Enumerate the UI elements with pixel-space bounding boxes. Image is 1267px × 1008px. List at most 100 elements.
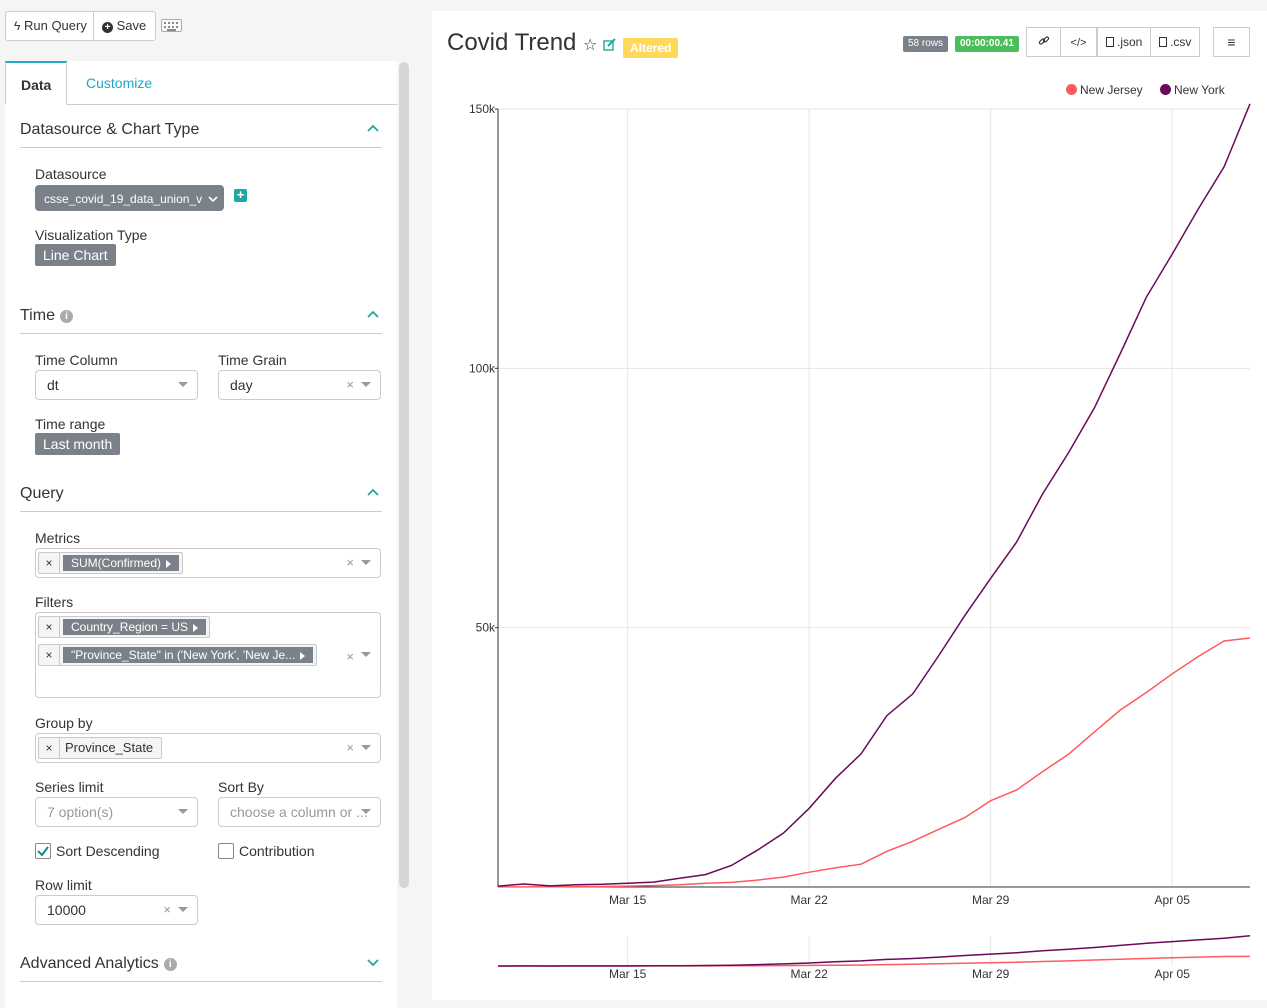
chevron-up-icon[interactable] — [366, 122, 380, 136]
caret-down-icon — [178, 907, 188, 912]
add-datasource-icon[interactable]: + — [234, 188, 247, 202]
clear-icon[interactable]: × — [346, 734, 354, 762]
remove-icon[interactable]: × — [39, 553, 60, 573]
caret-down-icon — [361, 382, 371, 387]
control-panel: Data Customize Datasource & Chart Type D… — [5, 61, 397, 1008]
advanced-title-text: Advanced Analytics — [20, 955, 159, 972]
section-title-datasource[interactable]: Datasource & Chart Type — [20, 121, 199, 139]
group-by-label: Group by — [35, 715, 93, 731]
tab-data[interactable]: Data — [5, 61, 67, 105]
contribution-label: Contribution — [239, 843, 315, 859]
metrics-label: Metrics — [35, 530, 81, 546]
clear-icon[interactable]: × — [346, 371, 354, 399]
chevron-up-icon[interactable] — [366, 486, 380, 500]
time-grain-value: day — [230, 377, 253, 393]
caret-down-icon — [361, 652, 371, 657]
remove-icon[interactable]: × — [39, 645, 60, 665]
tab-customize[interactable]: Customize — [71, 61, 167, 105]
metric-chip[interactable]: × SUM(Confirmed) — [38, 552, 184, 574]
time-grain-label: Time Grain — [218, 352, 287, 368]
group-by-chip[interactable]: × Province_State — [38, 737, 163, 759]
filter-chip-label[interactable]: Country_Region = US — [63, 619, 207, 635]
row-limit-select[interactable]: 10000 × — [35, 895, 198, 925]
section-divider — [20, 511, 382, 512]
sort-by-select[interactable]: choose a column or ... — [218, 797, 381, 827]
series-line-new-york — [497, 103, 1251, 887]
y-tick-label: 150k — [469, 102, 496, 116]
plus-circle-icon: + — [102, 22, 113, 33]
chevron-down-icon[interactable] — [366, 955, 380, 969]
viz-type-button[interactable]: Line Chart — [35, 244, 116, 266]
section-divider — [20, 147, 382, 148]
checkmark-icon — [37, 846, 49, 857]
datasource-value: csse_covid_19_data_union_v — [44, 192, 203, 206]
datasource-select[interactable]: csse_covid_19_data_union_v — [35, 185, 224, 211]
time-grain-select[interactable]: day × — [218, 370, 381, 400]
x-tick-label: Mar 15 — [609, 893, 647, 907]
section-divider — [20, 333, 382, 334]
x-tick-label: Apr 05 — [1155, 893, 1191, 907]
brush-x-tick-label: Mar 15 — [609, 967, 647, 981]
clear-icon[interactable]: × — [163, 896, 171, 924]
save-button[interactable]: + Save — [93, 11, 156, 41]
caret-down-icon — [361, 560, 371, 565]
datasource-label: Datasource — [35, 166, 107, 182]
x-tick-label: Mar 29 — [972, 893, 1010, 907]
info-icon[interactable]: i — [59, 310, 73, 323]
row-limit-label: Row limit — [35, 877, 92, 893]
caret-right-icon — [166, 559, 172, 568]
filter-chip[interactable]: × Country_Region = US — [38, 616, 211, 638]
caret-right-icon — [300, 651, 306, 660]
time-column-select[interactable]: dt — [35, 370, 198, 400]
filter-chip-label[interactable]: "Province_State" in ('New York', 'New Je… — [63, 647, 314, 663]
brush-series-line-new-york — [497, 935, 1251, 967]
sort-by-placeholder: choose a column or ... — [230, 804, 368, 820]
caret-down-icon — [178, 809, 188, 814]
time-range-label: Time range — [35, 416, 106, 432]
run-query-button[interactable]: ϟ Run Query — [5, 11, 94, 41]
contribution-checkbox[interactable] — [218, 843, 234, 859]
brush-x-tick-label: Apr 05 — [1155, 967, 1191, 981]
sort-descending-checkbox[interactable] — [35, 843, 51, 859]
caret-down-icon — [361, 745, 371, 750]
series-limit-label: Series limit — [35, 779, 104, 795]
section-title-time[interactable]: Time i — [20, 307, 73, 325]
remove-icon[interactable]: × — [39, 617, 60, 637]
section-title-advanced[interactable]: Advanced Analytics i — [20, 955, 177, 973]
caret-down-icon — [178, 382, 188, 387]
x-tick-label: Mar 22 — [790, 893, 828, 907]
brush-x-tick-label: Mar 22 — [790, 967, 828, 981]
caret-right-icon — [193, 623, 199, 632]
chevron-down-icon — [208, 196, 218, 203]
section-title-query[interactable]: Query — [20, 485, 64, 503]
time-column-label: Time Column — [35, 352, 118, 368]
viz-type-label: Visualization Type — [35, 227, 148, 243]
y-tick-label: 100k — [469, 361, 496, 375]
metric-chip-label[interactable]: SUM(Confirmed) — [63, 555, 180, 571]
group-by-chip-label: Province_State — [65, 740, 154, 755]
panel-scrollbar[interactable] — [399, 62, 409, 888]
caret-down-icon — [361, 809, 371, 814]
info-icon[interactable]: i — [163, 958, 177, 971]
panel-tabs: Data Customize — [5, 61, 397, 105]
brush-x-tick-label: Mar 29 — [972, 967, 1010, 981]
line-chart[interactable]: 50k 100k 150k Mar 15 Mar 22 Mar 29 Apr 05 Mar 1… — [432, 11, 1267, 1000]
time-title-text: Time — [20, 307, 55, 324]
keyboard-icon[interactable] — [161, 19, 182, 32]
brush-series-line-new-jersey — [498, 955, 1251, 967]
sort-by-label: Sort By — [218, 779, 264, 795]
clear-icon[interactable]: × — [346, 549, 354, 577]
clear-icon[interactable]: × — [346, 643, 354, 671]
run-query-label: Run Query — [23, 18, 87, 33]
series-limit-select[interactable]: 7 option(s) — [35, 797, 198, 827]
time-column-value: dt — [47, 377, 59, 393]
chart-panel: Covid Trend ☆ Altered 58 rows 00:00:00.4… — [432, 11, 1267, 1000]
filter-chip[interactable]: × "Province_State" in ('New York', 'New J… — [38, 644, 318, 666]
filters-label: Filters — [35, 594, 74, 610]
y-tick-label: 50k — [476, 621, 496, 635]
save-label: Save — [116, 18, 147, 33]
time-range-button[interactable]: Last month — [35, 433, 121, 455]
series-limit-placeholder: 7 option(s) — [47, 804, 114, 820]
chevron-up-icon[interactable] — [366, 308, 380, 322]
remove-icon[interactable]: × — [39, 738, 60, 758]
